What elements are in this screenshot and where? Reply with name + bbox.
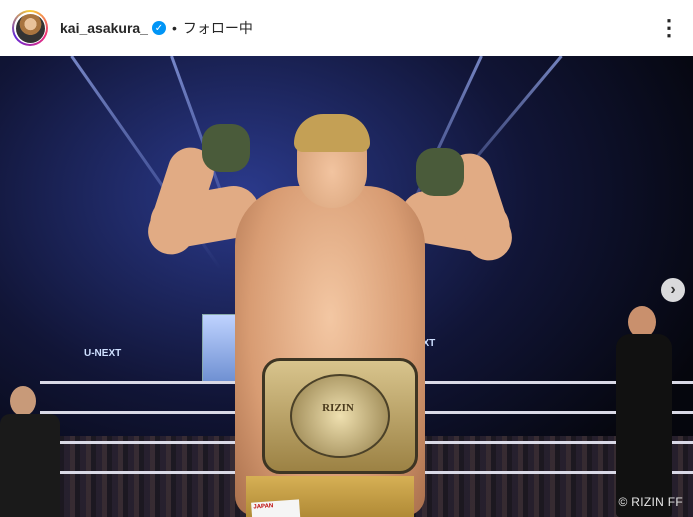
- fighter-hair: [294, 114, 370, 152]
- spectator: [0, 386, 60, 517]
- chevron-right-icon[interactable]: ›: [661, 278, 685, 302]
- username-link[interactable]: kai_asakura_: [60, 20, 148, 36]
- following-status-button[interactable]: フォロー中: [183, 18, 253, 38]
- fighter-glove: [202, 124, 250, 172]
- avatar[interactable]: [12, 10, 48, 46]
- avatar-image: [15, 13, 45, 43]
- post-photo[interactable]: U-NEXT U-NEXT RIZIN JAPAN › © RIZIN FF: [0, 56, 693, 517]
- trunks-patch: JAPAN: [251, 499, 301, 517]
- post-header: kai_asakura_ ✓ • フォロー中 ⋮: [0, 0, 693, 56]
- belt-plate: [290, 374, 390, 458]
- referee: [600, 306, 680, 517]
- fighter-glove: [416, 148, 464, 196]
- belt-text: RIZIN: [322, 402, 354, 414]
- more-options-icon[interactable]: ⋮: [658, 15, 681, 41]
- photo-credit: © RIZIN FF: [618, 495, 683, 509]
- verified-badge-icon: ✓: [151, 21, 166, 35]
- separator-dot: •: [171, 20, 177, 36]
- sponsor-logo: U-NEXT: [84, 348, 122, 359]
